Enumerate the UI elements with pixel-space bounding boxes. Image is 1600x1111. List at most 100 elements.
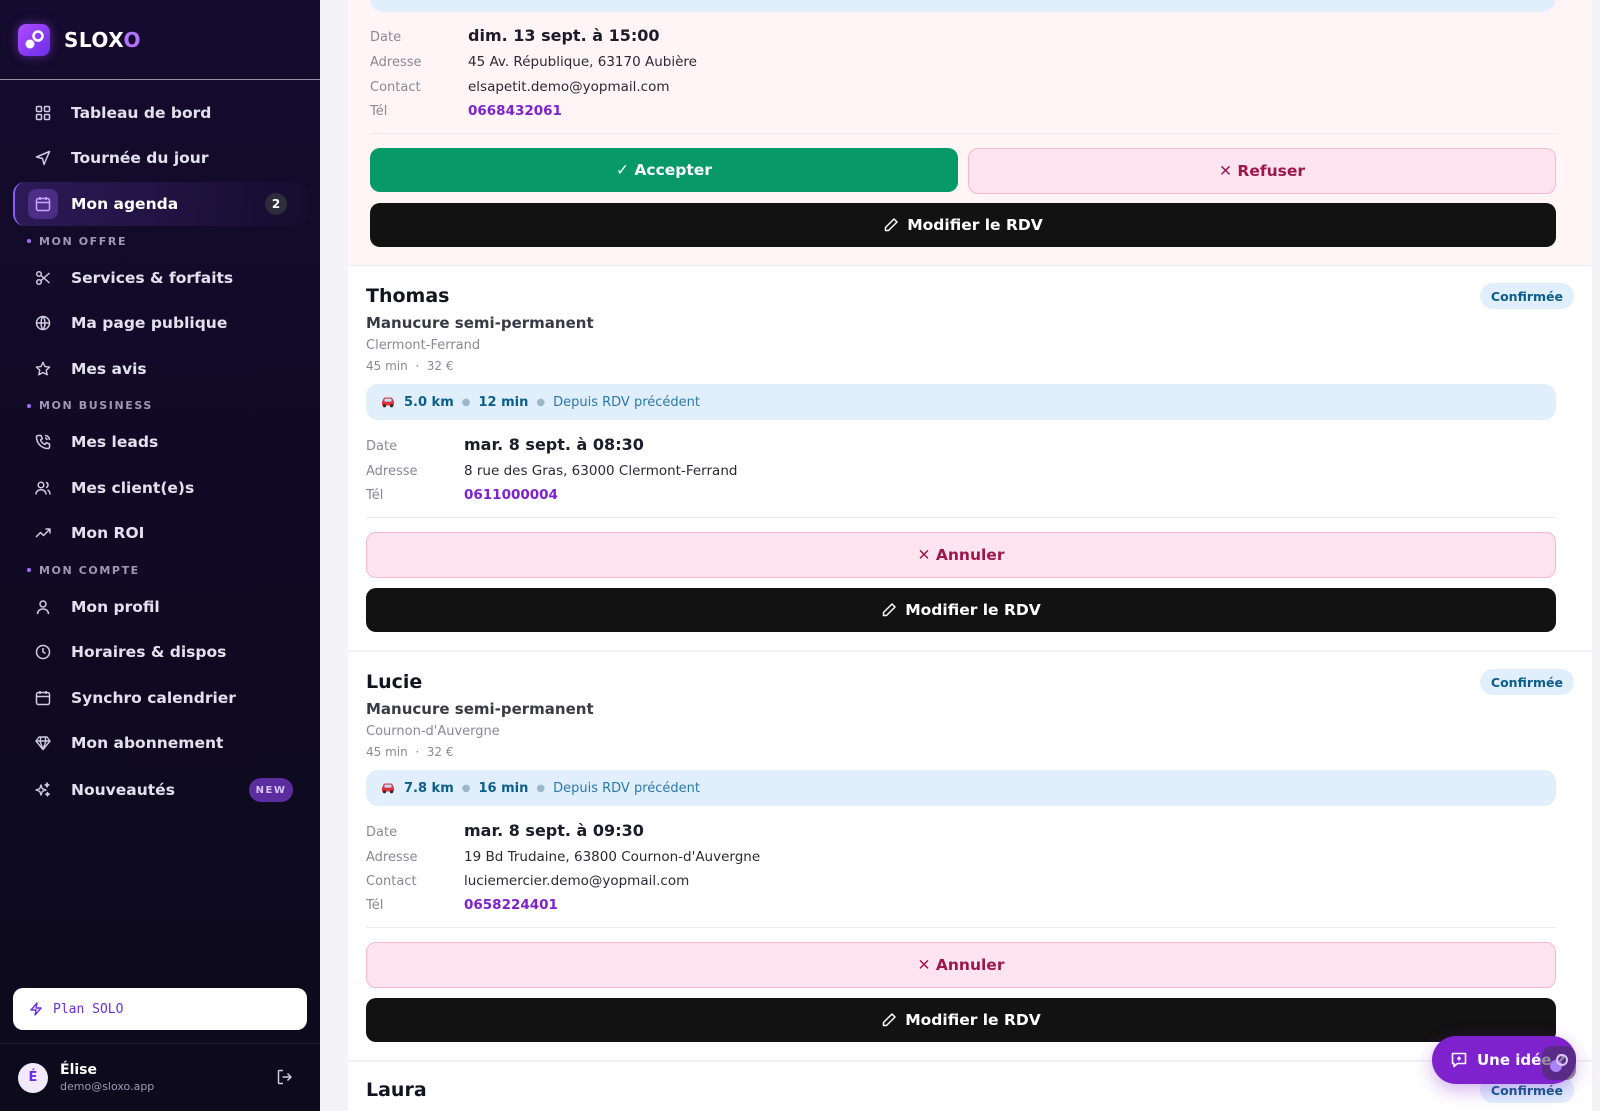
section-title-compte: MON COMPTE xyxy=(0,556,320,584)
route-info: 5.0 km ● 12 min ● Depuis RDV précédent xyxy=(366,384,1556,420)
scissors-icon xyxy=(34,269,52,287)
sidebar-item-agenda[interactable]: Mon agenda 2 xyxy=(13,182,307,226)
sidebar-item-profile[interactable]: Mon profil xyxy=(0,584,320,630)
address-row: Adresse 8 rue des Gras, 63000 Clermont-F… xyxy=(366,463,738,479)
client-name: Lucie xyxy=(366,671,423,693)
user-profile[interactable]: É Élise demo@sloxo.app xyxy=(18,1062,154,1093)
phone-icon xyxy=(34,433,52,451)
address-row: Adresse 19 Bd Trudaine, 63800 Cournon-d'… xyxy=(366,849,761,865)
edit-appointment-button[interactable]: Modifier le RDV xyxy=(366,998,1556,1042)
divider xyxy=(370,133,1556,134)
navigation-icon xyxy=(34,149,52,167)
sidebar-item-label: Mon profil xyxy=(71,597,160,616)
date-row: Date dim. 13 sept. à 15:00 xyxy=(370,26,660,45)
assistant-orb-icon[interactable] xyxy=(1542,1046,1576,1080)
sidebar-item-label: Ma page publique xyxy=(71,314,228,333)
trending-up-icon xyxy=(34,524,52,542)
diamond-icon xyxy=(34,734,52,752)
client-city: Clermont-Ferrand xyxy=(366,338,481,353)
edit-appointment-button[interactable]: Modifier le RDV xyxy=(366,588,1556,632)
sidebar-item-calendar-sync[interactable]: Synchro calendrier xyxy=(0,675,320,721)
calendar-icon xyxy=(34,689,52,707)
address-row: Adresse 45 Av. République, 63170 Aubière xyxy=(370,54,697,70)
sidebar-item-label: Synchro calendrier xyxy=(71,688,236,707)
appointment-address: 19 Bd Trudaine, 63800 Cournon-d'Auvergne xyxy=(464,849,761,865)
appointment-date: dim. 13 sept. à 15:00 xyxy=(468,26,660,45)
car-icon xyxy=(380,782,396,794)
appointment-card: Thomas Confirmée Manucure semi-permanent… xyxy=(348,266,1592,651)
avatar: É xyxy=(18,1062,48,1093)
sidebar-item-leads[interactable]: Mes leads xyxy=(0,420,320,466)
appointment-email[interactable]: luciemercier.demo@yopmail.com xyxy=(464,873,689,889)
accept-button[interactable]: ✓ Accepter xyxy=(370,148,958,192)
sidebar-item-label: Mes client(e)s xyxy=(71,478,195,497)
lightning-icon xyxy=(29,1002,43,1016)
appointment-card: Laura Confirmée xyxy=(348,1062,1592,1111)
tel-row: Tél 0611000004 xyxy=(366,487,558,503)
brand-name: SLOXO xyxy=(64,27,141,52)
message-icon xyxy=(1450,1051,1468,1069)
sparkles-icon xyxy=(34,781,52,799)
plan-label: Plan SOLO xyxy=(53,1001,124,1017)
section-title-offre: MON OFFRE xyxy=(0,227,320,255)
sidebar-item-clients[interactable]: Mes client(e)s xyxy=(0,465,320,511)
appointment-phone[interactable]: 0611000004 xyxy=(464,487,558,503)
new-badge: NEW xyxy=(249,778,293,802)
sidebar-item-label: Services & forfaits xyxy=(71,268,234,287)
route-distance: 5.0 km xyxy=(404,394,454,410)
car-icon xyxy=(380,396,396,408)
pencil-icon xyxy=(881,602,897,618)
sidebar-item-roi[interactable]: Mon ROI xyxy=(0,511,320,557)
sidebar-item-label: Mes avis xyxy=(71,359,147,378)
user-name: Élise xyxy=(60,1062,97,1078)
sidebar-item-public-page[interactable]: Ma page publique xyxy=(0,301,320,347)
sidebar-item-subscription[interactable]: Mon abonnement xyxy=(0,721,320,767)
appointment-card: Lucie Confirmée Manucure semi-permanent … xyxy=(348,652,1592,1061)
user-email: demo@sloxo.app xyxy=(60,1080,155,1093)
route-note: Depuis RDV précédent xyxy=(553,780,700,796)
globe-icon xyxy=(34,314,52,332)
tel-row: Tél 0668432061 xyxy=(370,103,562,119)
logout-icon[interactable] xyxy=(276,1068,294,1090)
client-name: Thomas xyxy=(366,285,450,307)
contact-row: Contact elsapetit.demo@yopmail.com xyxy=(370,79,670,95)
route-info: 7.8 km ● 16 min ● Depuis RDV précédent xyxy=(366,770,1556,806)
status-badge: Confirmée xyxy=(1479,283,1574,309)
sidebar-item-label: Mon agenda xyxy=(71,195,179,213)
refuse-button[interactable]: ✕ Refuser xyxy=(968,148,1556,194)
sidebar-item-news[interactable]: Nouveautés NEW xyxy=(0,766,320,814)
sidebar-item-label: Horaires & dispos xyxy=(71,643,227,662)
sidebar-item-label: Mes leads xyxy=(71,433,159,452)
cancel-button[interactable]: ✕ Annuler xyxy=(366,942,1556,988)
edit-appointment-button[interactable]: Modifier le RDV xyxy=(370,203,1556,247)
sidebar-item-reviews[interactable]: Mes avis xyxy=(0,346,320,392)
route-duration: 16 min xyxy=(478,780,529,796)
section-title-business: MON BUSINESS xyxy=(0,392,320,420)
contact-row: Contact luciemercier.demo@yopmail.com xyxy=(366,873,690,889)
cancel-button[interactable]: ✕ Annuler xyxy=(366,532,1556,578)
route-duration: 12 min xyxy=(478,394,529,410)
sidebar-item-services[interactable]: Services & forfaits xyxy=(0,255,320,301)
route-note: Depuis RDV précédent xyxy=(553,394,700,410)
main-content: Date dim. 13 sept. à 15:00 Adresse 45 Av… xyxy=(320,0,1600,1111)
appointment-email[interactable]: elsapetit.demo@yopmail.com xyxy=(468,79,670,95)
route-info xyxy=(370,0,1556,12)
sidebar-item-route[interactable]: Tournée du jour xyxy=(0,136,320,182)
sidebar-item-hours[interactable]: Horaires & dispos xyxy=(0,630,320,676)
appointment-card: Date dim. 13 sept. à 15:00 Adresse 45 Av… xyxy=(348,0,1592,266)
divider xyxy=(0,1043,320,1044)
brand[interactable]: SLOXO xyxy=(0,0,320,80)
logo-icon xyxy=(18,23,50,56)
sidebar-nav: Tableau de bord Tournée du jour Mon agen… xyxy=(0,90,320,814)
star-icon xyxy=(34,360,52,378)
sidebar-item-label: Mon ROI xyxy=(71,524,145,543)
plan-button[interactable]: Plan SOLO xyxy=(13,988,307,1030)
sidebar-item-dashboard[interactable]: Tableau de bord xyxy=(0,90,320,136)
appointment-phone[interactable]: 0668432061 xyxy=(468,103,562,119)
appointment-phone[interactable]: 0658224401 xyxy=(464,897,558,913)
divider xyxy=(366,927,1556,928)
date-row: Date mar. 8 sept. à 09:30 xyxy=(366,821,644,840)
sidebar-item-label: Tournée du jour xyxy=(71,149,209,168)
appointment-date: mar. 8 sept. à 09:30 xyxy=(464,821,644,840)
appointment-date: mar. 8 sept. à 08:30 xyxy=(464,435,644,454)
